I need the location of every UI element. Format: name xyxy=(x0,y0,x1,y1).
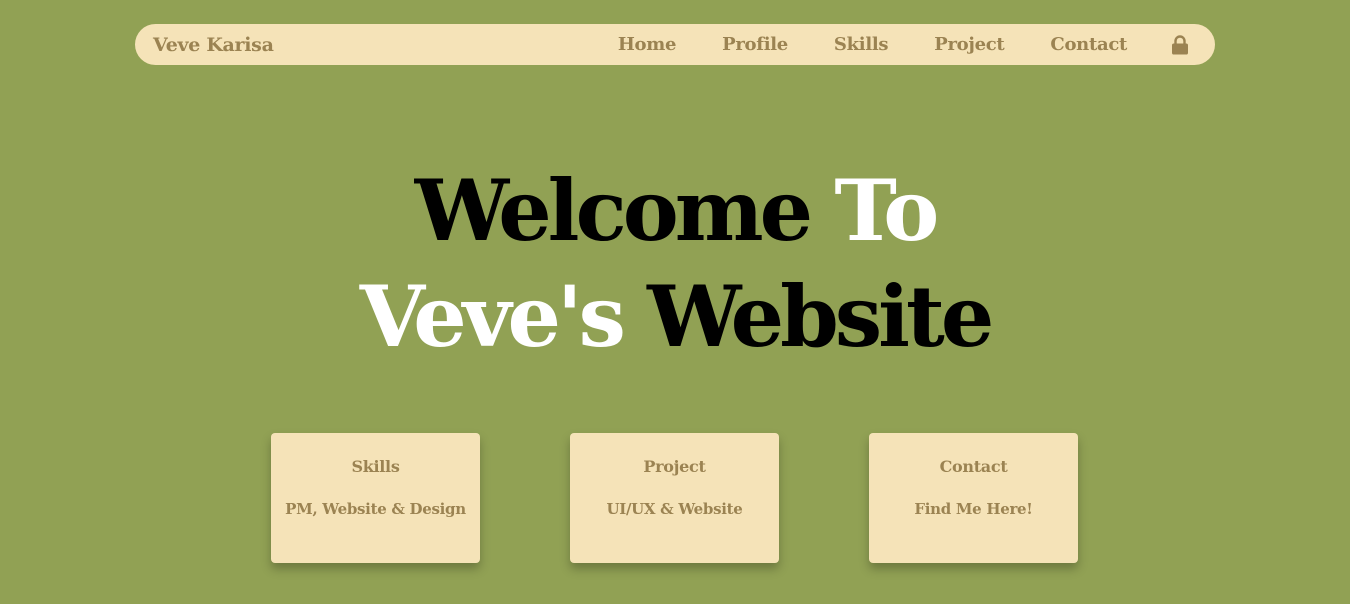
card-title: Skills xyxy=(351,457,400,476)
card-text: Find Me Here! xyxy=(914,500,1033,518)
hero-word-to: To xyxy=(834,161,939,260)
hero-heading: Welcome To Veve's Website xyxy=(0,158,1350,370)
nav-link-project[interactable]: Project xyxy=(934,34,1004,55)
lock-icon[interactable] xyxy=(1171,34,1189,55)
page: Veve Karisa Home Profile Skills Project … xyxy=(0,0,1350,604)
nav-link-contact[interactable]: Contact xyxy=(1050,34,1127,55)
contact-card[interactable]: Contact Find Me Here! xyxy=(869,433,1078,563)
hero-word-welcome: Welcome xyxy=(414,161,813,260)
card-title: Project xyxy=(643,457,706,476)
hero-line-2: Veve's Website xyxy=(0,264,1350,370)
nav-links: Home Profile Skills Project Contact xyxy=(618,34,1197,55)
nav-link-home[interactable]: Home xyxy=(618,34,677,55)
brand-link[interactable]: Veve Karisa xyxy=(153,34,274,56)
hero-line-1: Welcome To xyxy=(0,158,1350,264)
skills-card[interactable]: Skills PM, Website & Design xyxy=(271,433,480,563)
navbar: Veve Karisa Home Profile Skills Project … xyxy=(135,24,1215,65)
nav-link-skills[interactable]: Skills xyxy=(834,34,889,55)
hero-word-veves: Veve's xyxy=(359,267,626,366)
project-card[interactable]: Project UI/UX & Website xyxy=(570,433,779,563)
hero-word-website: Website xyxy=(647,267,994,366)
card-text: PM, Website & Design xyxy=(285,500,466,518)
card-title: Contact xyxy=(939,457,1008,476)
nav-link-profile[interactable]: Profile xyxy=(722,34,788,55)
card-text: UI/UX & Website xyxy=(606,500,743,518)
